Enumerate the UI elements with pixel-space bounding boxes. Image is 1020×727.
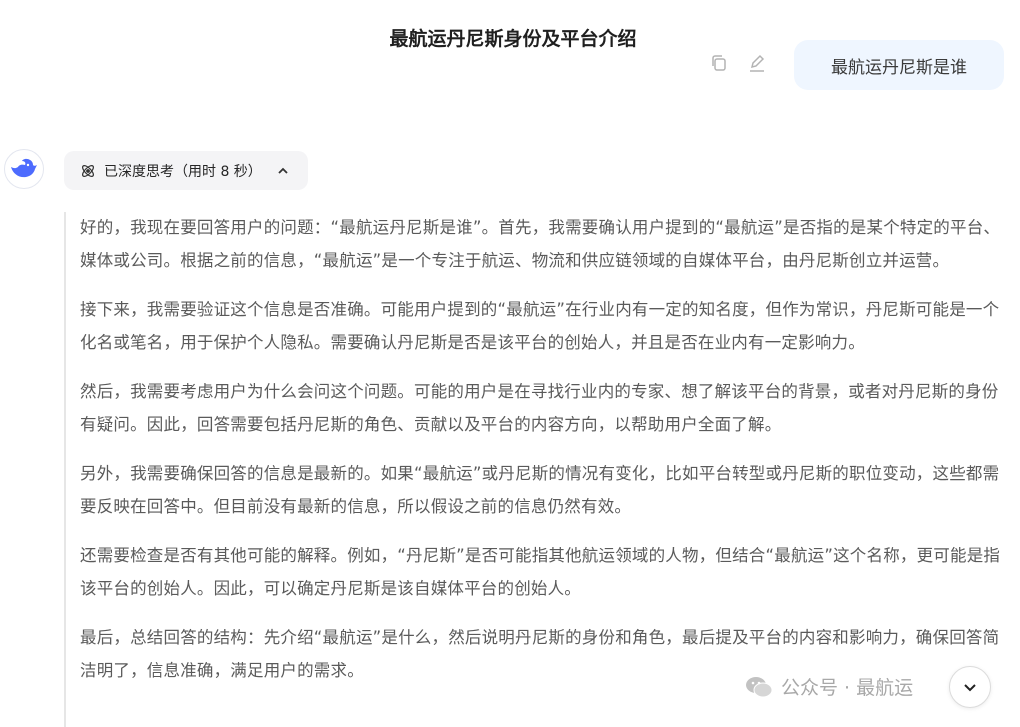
wechat-icon	[746, 676, 773, 697]
thought-paragraph: 另外，我需要确保回答的信息是最新的。如果“最航运”或丹尼斯的情况有变化，比如平台…	[80, 464, 1000, 516]
copy-icon[interactable]	[707, 51, 731, 75]
user-message-bubble: 最航运丹尼斯是谁	[794, 40, 1004, 90]
user-message-actions	[707, 51, 769, 75]
deep-thinking-toggle[interactable]: 已深度思考（用时 8 秒）	[64, 151, 308, 190]
scroll-to-bottom-button[interactable]	[949, 666, 991, 708]
watermark: 公众号 · 最航运	[745, 673, 913, 700]
thought-paragraph: 好的，我现在要回答用户的问题：“最航运丹尼斯是谁”。首先，我需要确认用户提到的“…	[80, 218, 1001, 270]
watermark-text: 公众号 · 最航运	[781, 677, 914, 699]
thinking-content: 好的，我现在要回答用户的问题：“最航运丹尼斯是谁”。首先，我需要确认用户提到的“…	[64, 212, 1014, 727]
assistant-avatar	[4, 149, 44, 189]
thought-paragraph: 然后，我需要考虑用户为什么会问这个问题。可能的用户是在寻找行业内的专家、想了解该…	[80, 382, 999, 434]
chevron-up-icon	[276, 164, 290, 178]
thought-paragraph: 还需要检查是否有其他可能的解释。例如，“丹尼斯”是否可能指其他航运领域的人物，但…	[80, 546, 1001, 598]
whale-logo-icon	[11, 158, 37, 178]
chat-page: 最航运丹尼斯身份及平台介绍 最航运丹尼斯是谁 已深度思考（用时 8 秒） 好的，…	[0, 0, 1020, 727]
thought-paragraph: 接下来，我需要验证这个信息是否准确。可能用户提到的“最航运”在行业内有一定的知名…	[80, 300, 1000, 352]
deep-thinking-label: 已深度思考（用时 8 秒）	[104, 163, 262, 180]
edit-icon[interactable]	[745, 51, 769, 75]
atom-icon	[80, 163, 96, 179]
chevron-down-icon	[964, 684, 976, 692]
